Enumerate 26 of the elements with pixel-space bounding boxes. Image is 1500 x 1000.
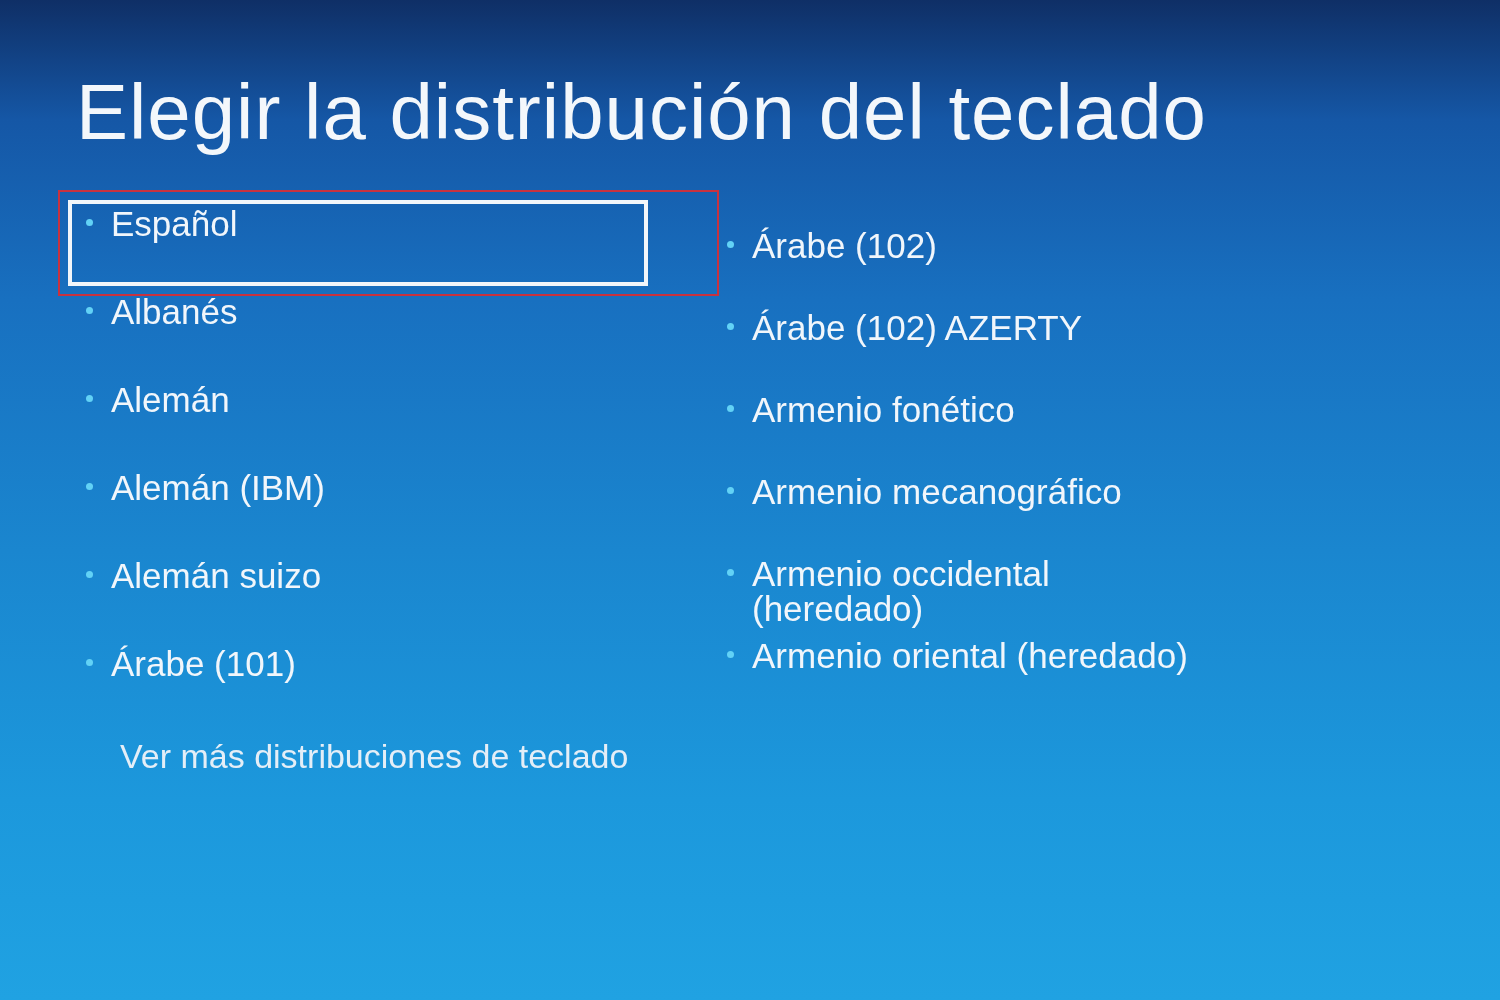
layout-option[interactable]: Armenio occidental (heredado) — [709, 549, 1269, 630]
layout-option[interactable]: Armenio oriental (heredado) — [709, 631, 1269, 712]
layout-option[interactable]: Alemán — [68, 375, 648, 462]
layout-option[interactable]: Alemán (IBM) — [68, 463, 648, 550]
page-title: Elegir la distribución del teclado — [76, 70, 1207, 156]
bullet-icon — [727, 486, 734, 494]
bullet-icon — [86, 218, 93, 226]
bullet-icon — [727, 650, 734, 658]
layout-option[interactable]: Alemán suizo — [68, 551, 648, 638]
bullet-icon — [86, 570, 93, 578]
layout-option[interactable]: Armenio mecanográfico — [709, 467, 1269, 548]
layout-option[interactable]: Español — [68, 199, 648, 286]
bullet-icon — [727, 568, 734, 576]
more-layouts-link[interactable]: Ver más distribuciones de teclado — [120, 737, 629, 776]
bullet-icon — [727, 240, 734, 248]
bullet-icon — [727, 322, 734, 330]
bullet-icon — [727, 404, 734, 412]
layout-option[interactable]: Árabe (102) AZERTY — [709, 303, 1269, 384]
bullet-icon — [86, 482, 93, 490]
layout-option[interactable]: Árabe (101) — [68, 639, 648, 726]
layout-option[interactable]: Albanés — [68, 287, 648, 374]
bullet-icon — [86, 306, 93, 314]
bullet-icon — [86, 658, 93, 666]
layout-option[interactable]: Árabe (102) — [709, 221, 1269, 302]
bullet-icon — [86, 394, 93, 402]
layout-option[interactable]: Armenio fonético — [709, 385, 1269, 466]
